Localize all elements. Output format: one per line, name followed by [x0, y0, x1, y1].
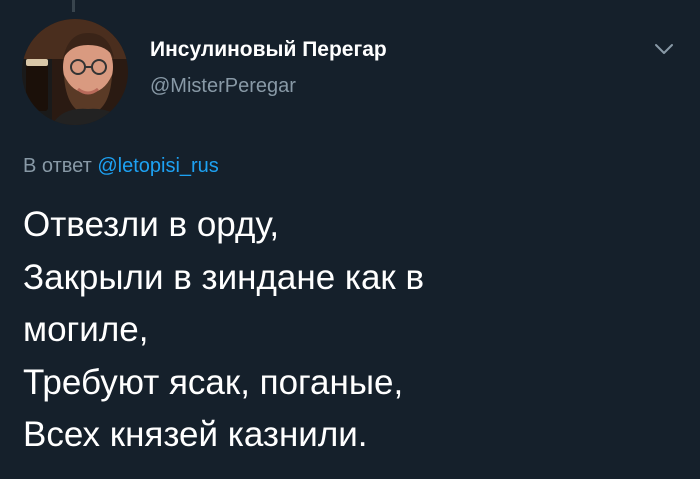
reply-context: В ответ @letopisi_rus — [23, 153, 219, 179]
avatar-photo — [22, 19, 128, 125]
display-name[interactable]: Инсулиновый Перегар — [150, 36, 387, 64]
tweet-text-line: Всех князей казнили. — [23, 415, 368, 454]
tweet-text-line: Закрыли в зиндане как в — [23, 257, 425, 297]
tweet-text: Отвезли в орду, Закрыли в зиндане как в … — [23, 199, 683, 462]
tweet-text-line: Отвезли в орду, — [23, 205, 280, 244]
username-handle[interactable]: @MisterPeregar — [150, 73, 387, 99]
thread-connector-line — [72, 0, 75, 12]
tweet-text-line: могиле, — [23, 310, 149, 349]
chevron-down-icon[interactable] — [652, 40, 676, 58]
tweet-text-line: Требуют ясак, поганые, — [23, 362, 404, 402]
reply-mention-link[interactable]: @letopisi_rus — [97, 155, 218, 177]
reply-prefix: В ответ — [23, 155, 92, 177]
tweet-author[interactable]: Инсулиновый Перегар @MisterPeregar — [150, 36, 387, 99]
avatar[interactable] — [22, 19, 128, 125]
